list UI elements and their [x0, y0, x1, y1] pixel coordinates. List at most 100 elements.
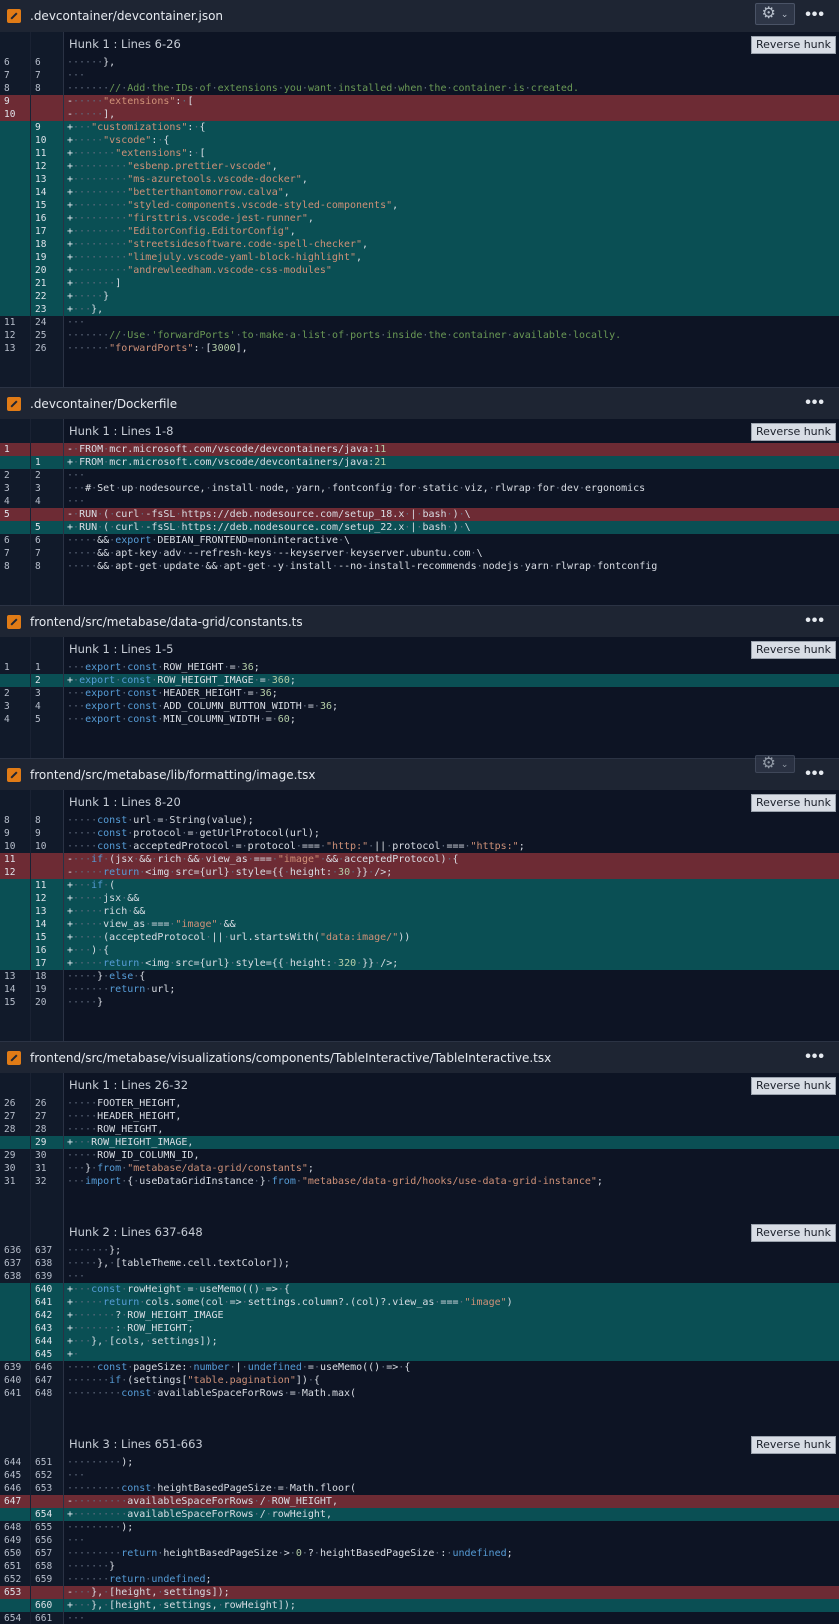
new-line-numbers: 8 9 10 11 12 13 14 15 16 17 18 19 20 [31, 790, 64, 1041]
added-line: +·····return·cols.some(col·=>·settings.c… [64, 1296, 839, 1309]
old-line-number: 10 [0, 108, 30, 121]
old-line-number: 10 [4, 841, 16, 852]
pencil-icon [7, 767, 21, 782]
new-line-number: 11 [31, 147, 63, 160]
hunk-header: Hunk 1 : Lines 6-26 Reverse hunk [64, 32, 839, 56]
hunk: 1 2 3 4 5 6 7 8 1 2 3 4 5 6 7 8 Hunk 1 : Lines 1-8 Revers… [0, 419, 839, 605]
gutter-spacer [31, 419, 63, 443]
added-line: +·RUN·(·curl·-fsSL·https://deb.nodesourc… [64, 521, 839, 534]
gutter-tail [31, 726, 63, 758]
reverse-hunk-button[interactable]: Reverse hunk [751, 641, 836, 659]
reverse-hunk-button[interactable]: Reverse hunk [751, 1224, 836, 1242]
old-line-number: 29 [4, 1150, 16, 1161]
diff-viewer: .devcontainer/devcontainer.json ⚙ ⌄ ••• 6 7 8 9… [0, 0, 839, 1624]
new-line-number: 8 [35, 815, 41, 826]
file-name: frontend/src/metabase/visualizations/com… [30, 1050, 552, 1065]
old-line-number [0, 147, 30, 160]
deleted-line: -·RUN·(·curl·-fsSL·https://deb.nodesourc… [64, 508, 839, 521]
old-line-number: 15 [4, 997, 16, 1008]
code-column: Hunk 2 : Lines 637-648 Reverse hunk ······… [64, 1220, 839, 1432]
hunk-title: Hunk 1 : Lines 26-32 [69, 1078, 189, 1092]
gutter-spacer [31, 32, 63, 56]
old-line-number: 12 [4, 330, 16, 341]
deleted-line: -·····"extensions":·[ [64, 95, 839, 108]
old-line-number: 9 [4, 828, 10, 839]
gutter-tail [0, 355, 30, 387]
old-line-number: 654 [4, 1613, 22, 1624]
context-line: ···export·const·MIN_COLUMN_WIDTH·=·60; [67, 714, 296, 725]
context-line: ··· [67, 317, 86, 328]
hunk-header: Hunk 1 : Lines 1-8 Reverse hunk [64, 419, 839, 443]
new-line-number: 27 [35, 1111, 47, 1122]
new-line-number: 644 [31, 1335, 63, 1348]
old-line-numbers: 644645646647648649650651652653654655656 [0, 1432, 31, 1624]
new-line-number: 19 [35, 984, 47, 995]
old-line-number: 8 [4, 561, 10, 572]
more-options-button[interactable]: ••• [805, 394, 825, 412]
new-line-number: 17 [31, 957, 63, 970]
old-line-number [0, 264, 30, 277]
new-line-number: 21 [31, 277, 63, 290]
hunk-tail [64, 573, 839, 605]
added-line: +·········"limejuly.vscode-yaml-block-hi… [64, 251, 839, 264]
settings-dropdown-button[interactable]: ⚙ ⌄ [755, 755, 795, 773]
new-line-number: 10 [31, 134, 63, 147]
reverse-hunk-button[interactable]: Reverse hunk [751, 423, 836, 441]
new-line-number: 637 [35, 1245, 53, 1256]
reverse-hunk-button[interactable]: Reverse hunk [751, 794, 836, 812]
new-line-number [31, 95, 63, 108]
context-line: ···import·{·useDataGridInstance·}·from·"… [67, 1176, 603, 1187]
settings-dropdown-button[interactable]: ⚙ ⌄ [755, 3, 795, 25]
new-line-number: 23 [31, 303, 63, 316]
added-line: +···ROW_HEIGHT_IMAGE, [64, 1136, 839, 1149]
context-line: ·····} [67, 997, 104, 1008]
reverse-hunk-button[interactable]: Reverse hunk [751, 36, 836, 54]
old-line-number: 647 [0, 1495, 30, 1508]
new-line-number [31, 108, 63, 121]
old-line-number [0, 1309, 30, 1322]
gutter-tail [31, 1188, 63, 1220]
old-line-number: 645 [4, 1470, 22, 1481]
context-line: ·····HEADER_HEIGHT, [67, 1111, 182, 1122]
more-options-button[interactable]: ••• [805, 765, 825, 783]
old-line-number: 12 [0, 866, 30, 879]
file-header: frontend/src/metabase/visualizations/com… [0, 1041, 839, 1073]
gutter-tail [31, 1400, 63, 1432]
added-line: +·········"streetsidesoftware.code-spell… [64, 238, 839, 251]
old-line-number: 13 [4, 343, 16, 354]
more-options-button[interactable]: ••• [805, 612, 825, 630]
new-line-number: 656 [35, 1535, 53, 1546]
old-line-number: 3 [4, 701, 10, 712]
more-options-button[interactable]: ••• [805, 1048, 825, 1066]
more-options-button[interactable]: ••• [805, 6, 825, 24]
old-line-number: 6 [4, 535, 10, 546]
reverse-hunk-button[interactable]: Reverse hunk [751, 1077, 836, 1095]
old-line-number: 641 [4, 1388, 22, 1399]
new-line-number: 5 [31, 521, 63, 534]
old-line-number: 7 [4, 548, 10, 559]
file-header: frontend/src/metabase/lib/formatting/ima… [0, 755, 839, 790]
added-line: +·······:·ROW_HEIGHT; [64, 1322, 839, 1335]
new-line-numbers: 651652653654655656657658659660661662663 [31, 1432, 64, 1624]
context-line: ···export·const·HEADER_HEIGHT·=·36; [67, 688, 278, 699]
added-line: +·········"styled-components.vscode-styl… [64, 199, 839, 212]
old-line-number [0, 521, 30, 534]
new-line-number: 646 [35, 1362, 53, 1373]
new-line-number: 26 [35, 1098, 47, 1109]
context-line: ···}·from·"metabase/data-grid/constants"… [67, 1163, 314, 1174]
gutter-spacer [0, 1073, 30, 1097]
context-line: ·········return·heightBasedPageSize·>·0·… [67, 1548, 513, 1559]
new-line-number: 20 [35, 997, 47, 1008]
new-line-number [31, 1586, 63, 1599]
new-line-number: 24 [35, 317, 47, 328]
added-line: +·········"ms-azuretools.vscode-docker", [64, 173, 839, 186]
new-line-numbers: 637 638 639 640 641 642 643 644 645 646 647 648 [31, 1220, 64, 1432]
hunk: 6 7 8 9 10 11 12 13 6 7 8 9 10 11 12 13 14 15 16 17 18 19 20 21… [0, 32, 839, 387]
new-line-number: 4 [35, 496, 41, 507]
reverse-hunk-button[interactable]: Reverse hunk [751, 1436, 836, 1454]
old-line-number: 2 [4, 688, 10, 699]
new-line-number: 638 [35, 1258, 53, 1269]
added-line: +···},·[cols,·settings]); [64, 1335, 839, 1348]
gutter-spacer [31, 1220, 63, 1244]
old-line-number [0, 303, 30, 316]
